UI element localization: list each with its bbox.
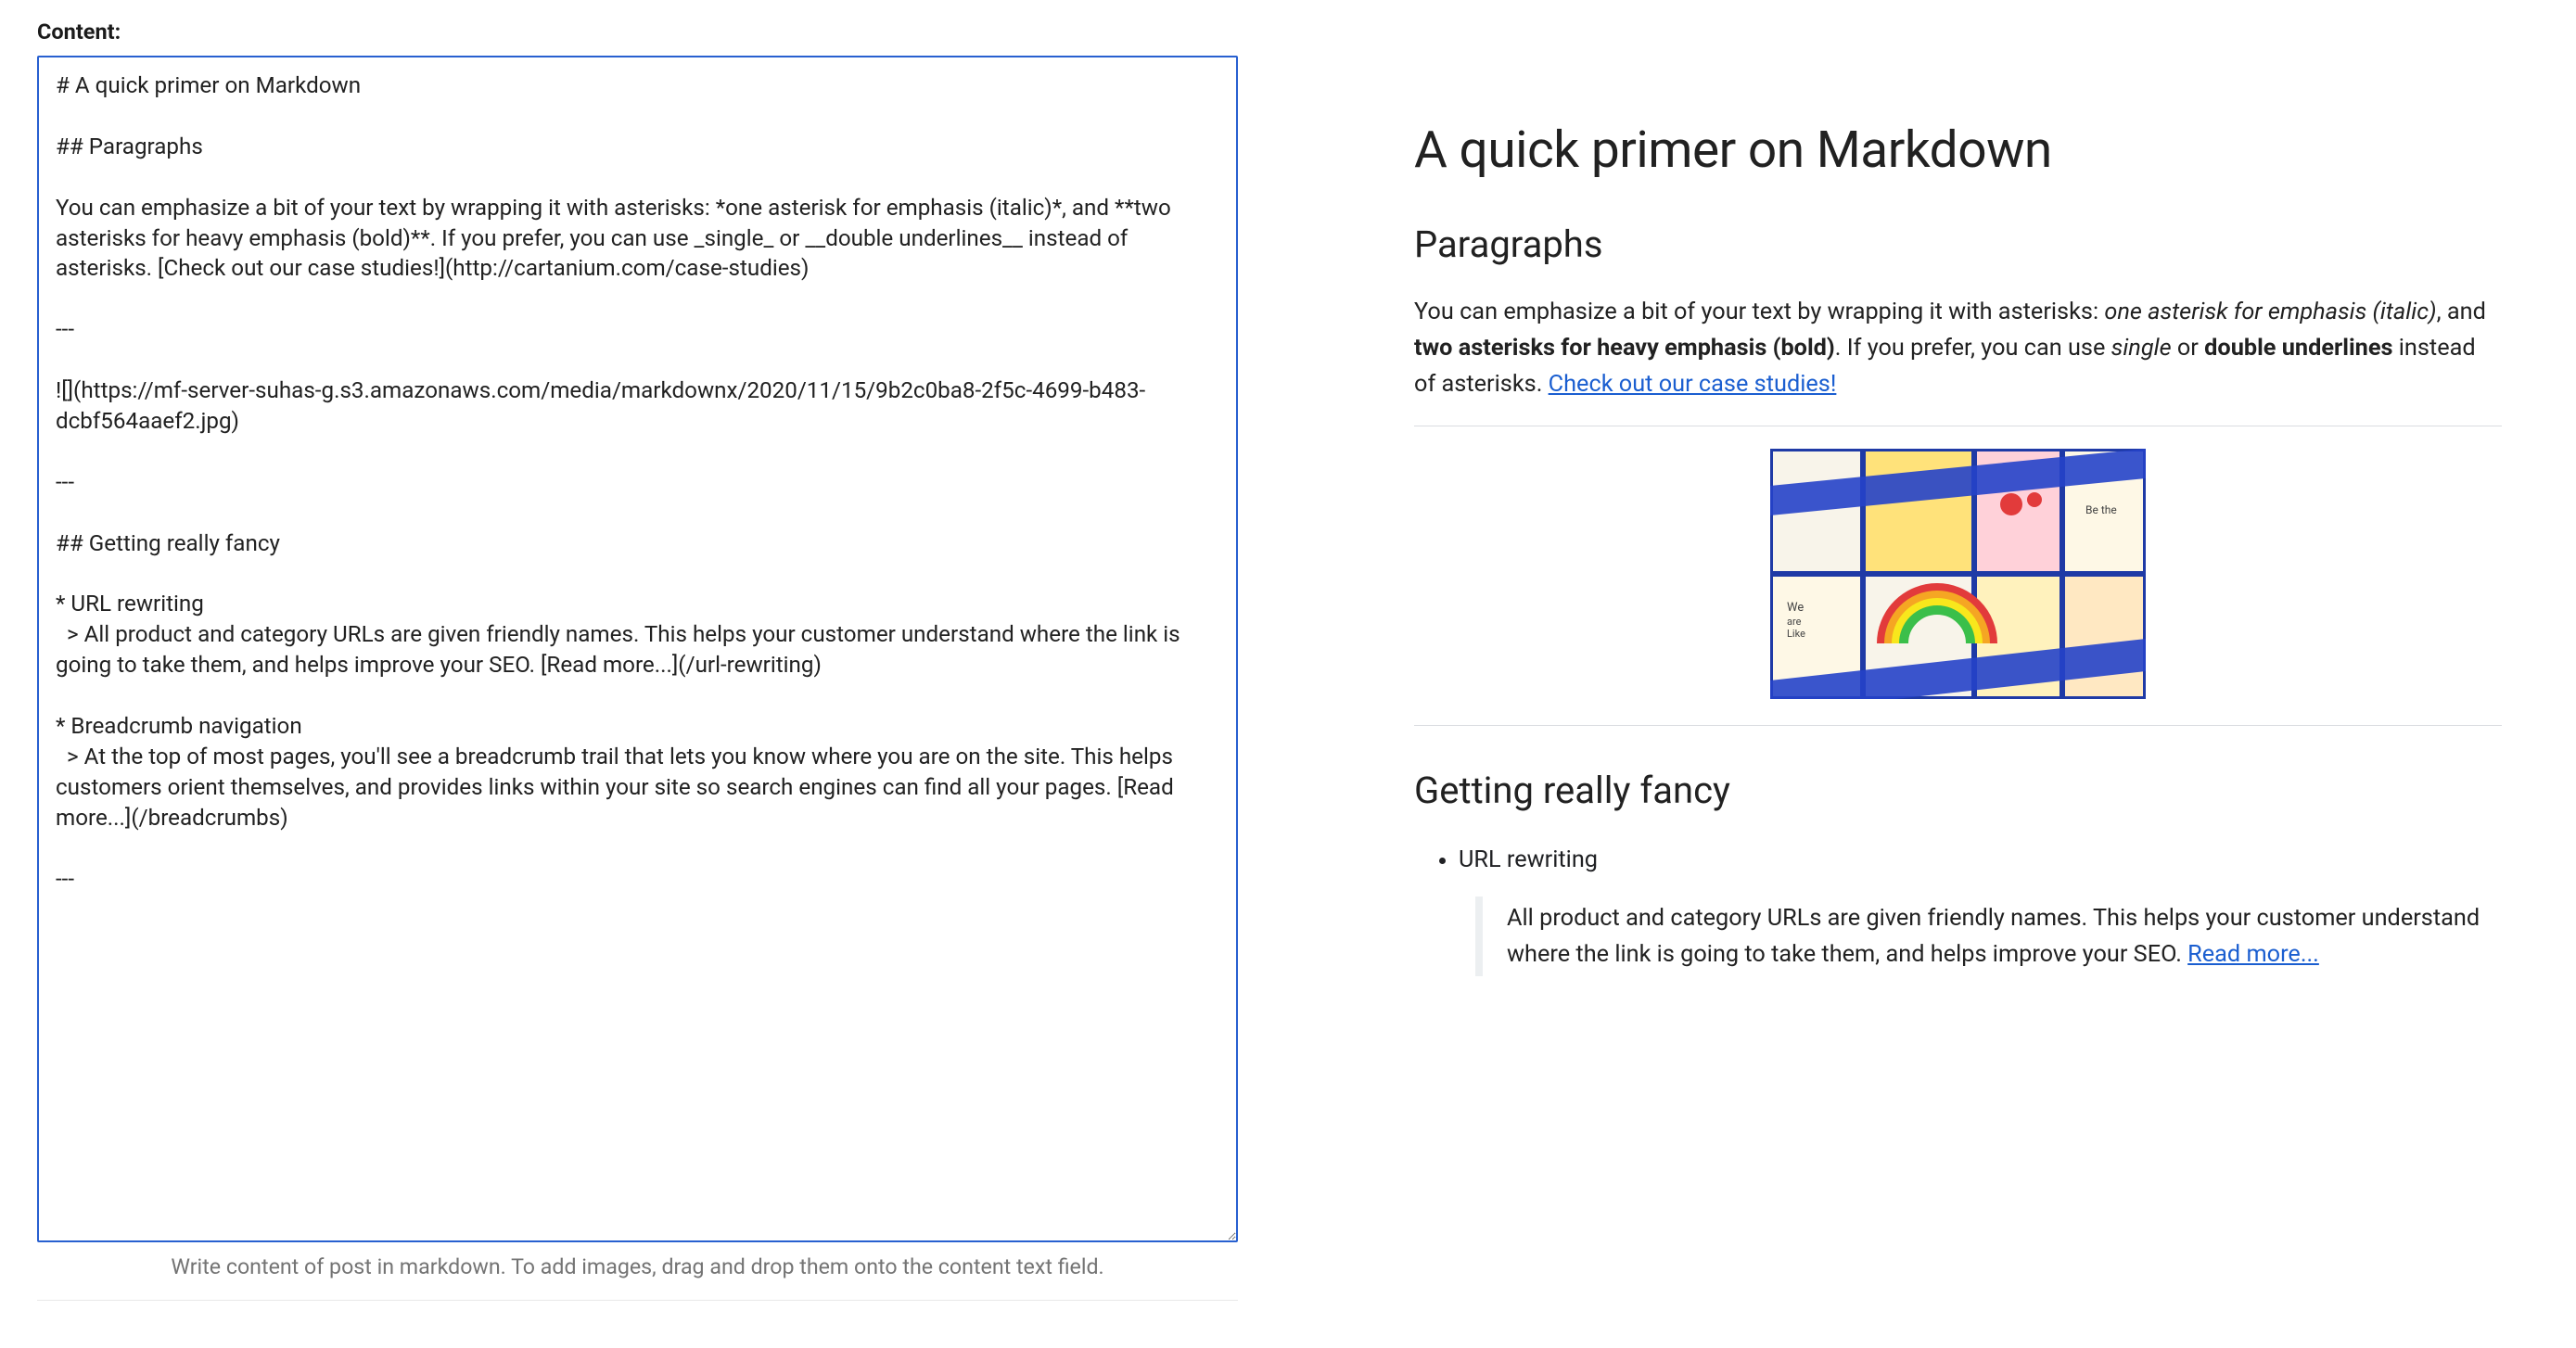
content-textarea[interactable] xyxy=(37,56,1238,1242)
emphasis-bold: two asterisks for heavy emphasis (bold) xyxy=(1414,335,1835,362)
preview-hr xyxy=(1414,725,2502,726)
content-field-label: Content: xyxy=(37,19,1238,45)
preview-column: A quick primer on Markdown Paragraphs Yo… xyxy=(1238,19,2539,1301)
svg-text:Be the: Be the xyxy=(2085,503,2117,516)
case-studies-link[interactable]: Check out our case studies! xyxy=(1549,371,1837,398)
preview-h2-fancy: Getting really fancy xyxy=(1414,769,2502,812)
preview-list: URL rewriting All product and category U… xyxy=(1414,842,2502,977)
emphasis-italic: single xyxy=(2111,335,2172,362)
svg-text:are: are xyxy=(1787,616,1802,628)
list-item-label: URL rewriting xyxy=(1459,846,1598,873)
editor-column: Content: Write content of post in markdo… xyxy=(37,19,1238,1301)
preview-image-wrap: We are Like Be the xyxy=(1414,449,2502,703)
text-run: All product and category URLs are given … xyxy=(1507,905,2480,968)
emphasis-italic: one asterisk for emphasis (italic) xyxy=(2104,299,2436,325)
preview-paragraph: You can emphasize a bit of your text by … xyxy=(1414,294,2502,403)
list-item: URL rewriting All product and category U… xyxy=(1459,842,2502,977)
text-run: , and xyxy=(2437,299,2486,325)
preview-h1: A quick primer on Markdown xyxy=(1414,121,2502,180)
svg-text:We: We xyxy=(1787,601,1804,615)
emphasis-bold: double underlines xyxy=(2204,335,2392,362)
preview-h2-paragraphs: Paragraphs xyxy=(1414,223,2502,266)
content-help-text: Write content of post in markdown. To ad… xyxy=(37,1253,1238,1301)
svg-text:Like: Like xyxy=(1787,628,1805,640)
text-run: You can emphasize a bit of your text by … xyxy=(1414,299,2104,325)
text-run: or xyxy=(2172,335,2205,362)
read-more-link[interactable]: Read more... xyxy=(2187,941,2319,968)
preview-blockquote: All product and category URLs are given … xyxy=(1475,897,2502,976)
text-run: . If you prefer, you can use xyxy=(1835,335,2111,362)
preview-embedded-image: We are Like Be the xyxy=(1770,449,2146,699)
